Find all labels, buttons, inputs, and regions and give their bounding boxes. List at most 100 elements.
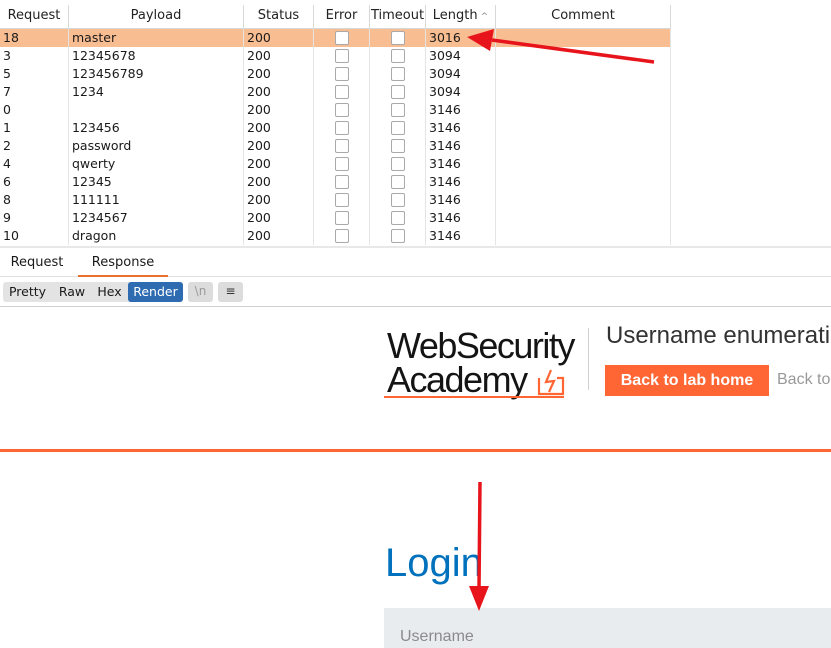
view-pretty-button[interactable]: Pretty xyxy=(5,282,50,302)
view-raw-button[interactable]: Raw xyxy=(53,282,91,302)
table-row[interactable]: 7 1234 200 3094 xyxy=(0,83,831,101)
cell-comment xyxy=(496,29,671,47)
column-header-length[interactable]: Length ^ xyxy=(426,5,496,29)
error-checkbox[interactable] xyxy=(334,121,349,135)
timeout-checkbox[interactable] xyxy=(390,121,405,135)
cell-comment xyxy=(496,65,671,83)
cell-payload: master xyxy=(69,29,244,47)
newline-toggle-icon[interactable]: \n xyxy=(188,282,213,302)
cell-request: 9 xyxy=(0,209,69,227)
cell-request: 1 xyxy=(0,119,69,137)
cell-length: 3094 xyxy=(426,83,496,101)
timeout-checkbox[interactable] xyxy=(390,175,405,189)
cell-comment xyxy=(496,47,671,65)
timeout-checkbox[interactable] xyxy=(390,49,405,63)
menu-icon[interactable]: ≡ xyxy=(218,282,243,302)
cell-status: 200 xyxy=(244,29,314,47)
timeout-checkbox[interactable] xyxy=(390,139,405,153)
error-checkbox[interactable] xyxy=(334,103,349,117)
web-security-academy-logo[interactable]: WebSecurity Academy xyxy=(384,328,587,400)
timeout-checkbox[interactable] xyxy=(390,193,405,207)
tab-request[interactable]: Request xyxy=(0,255,74,277)
cell-payload xyxy=(69,101,244,119)
cell-comment xyxy=(496,83,671,101)
error-checkbox[interactable] xyxy=(334,31,349,45)
table-row[interactable]: 6 12345 200 3146 xyxy=(0,173,831,191)
sort-ascending-icon: ^ xyxy=(480,12,489,22)
column-header-timeout[interactable]: Timeout xyxy=(370,5,426,29)
cell-timeout xyxy=(370,155,426,173)
cell-length: 3146 xyxy=(426,173,496,191)
cell-comment xyxy=(496,101,671,119)
cell-payload: 1234567 xyxy=(69,209,244,227)
column-header-payload[interactable]: Payload xyxy=(69,5,244,29)
back-to-lab-home-button[interactable]: Back to lab home xyxy=(605,365,769,396)
cell-timeout xyxy=(370,101,426,119)
cell-request: 5 xyxy=(0,65,69,83)
cell-request: 6 xyxy=(0,173,69,191)
timeout-checkbox[interactable] xyxy=(390,229,405,243)
tab-response[interactable]: Response xyxy=(78,255,168,277)
cell-request: 3 xyxy=(0,47,69,65)
cell-error xyxy=(314,29,370,47)
timeout-checkbox[interactable] xyxy=(390,157,405,171)
cell-length: 3094 xyxy=(426,65,496,83)
cell-payload: qwerty xyxy=(69,155,244,173)
cell-comment xyxy=(496,209,671,227)
cell-status: 200 xyxy=(244,173,314,191)
error-checkbox[interactable] xyxy=(334,211,349,225)
error-checkbox[interactable] xyxy=(334,49,349,63)
cell-length: 3146 xyxy=(426,155,496,173)
error-checkbox[interactable] xyxy=(334,175,349,189)
cell-payload: 12345678 xyxy=(69,47,244,65)
timeout-checkbox[interactable] xyxy=(390,211,405,225)
timeout-checkbox[interactable] xyxy=(390,31,405,45)
cell-error xyxy=(314,83,370,101)
cell-comment xyxy=(496,155,671,173)
table-row[interactable]: 10 dragon 200 3146 xyxy=(0,227,831,245)
timeout-checkbox[interactable] xyxy=(390,103,405,117)
table-row[interactable]: 9 1234567 200 3146 xyxy=(0,209,831,227)
error-checkbox[interactable] xyxy=(334,85,349,99)
cell-request: 18 xyxy=(0,29,69,47)
cell-error xyxy=(314,209,370,227)
table-row[interactable]: 18 master 200 3016 xyxy=(0,29,831,47)
cell-length: 3146 xyxy=(426,137,496,155)
column-header-request[interactable]: Request xyxy=(0,5,69,29)
error-checkbox[interactable] xyxy=(334,157,349,171)
timeout-checkbox[interactable] xyxy=(390,67,405,81)
rendered-response: WebSecurity Academy Username enumeratio … xyxy=(0,308,831,648)
error-checkbox[interactable] xyxy=(334,139,349,153)
table-row[interactable]: 1 123456 200 3146 xyxy=(0,119,831,137)
view-hex-button[interactable]: Hex xyxy=(93,282,126,302)
cell-error xyxy=(314,227,370,245)
results-table: Request Payload Status Error Timeout Len… xyxy=(0,0,831,248)
column-header-comment[interactable]: Comment xyxy=(496,5,671,29)
table-row[interactable]: 8 111111 200 3146 xyxy=(0,191,831,209)
cell-comment xyxy=(496,191,671,209)
cell-status: 200 xyxy=(244,137,314,155)
cell-comment xyxy=(496,227,671,245)
table-row[interactable]: 3 12345678 200 3094 xyxy=(0,47,831,65)
table-row[interactable]: 2 password 200 3146 xyxy=(0,137,831,155)
cell-comment xyxy=(496,119,671,137)
error-checkbox[interactable] xyxy=(334,67,349,81)
column-header-status[interactable]: Status xyxy=(244,5,314,29)
error-checkbox[interactable] xyxy=(334,229,349,243)
logo-underline xyxy=(384,396,564,398)
table-row[interactable]: 4 qwerty 200 3146 xyxy=(0,155,831,173)
table-row[interactable]: 0 200 3146 xyxy=(0,101,831,119)
error-checkbox[interactable] xyxy=(334,193,349,207)
cell-error xyxy=(314,65,370,83)
column-header-error[interactable]: Error xyxy=(314,5,370,29)
cell-length: 3146 xyxy=(426,101,496,119)
cell-payload: dragon xyxy=(69,227,244,245)
view-render-button[interactable]: Render xyxy=(128,282,183,302)
cell-status: 200 xyxy=(244,65,314,83)
cell-request: 4 xyxy=(0,155,69,173)
cell-payload: 123456789 xyxy=(69,65,244,83)
back-to-link[interactable]: Back to xyxy=(777,371,830,389)
academy-flask-icon xyxy=(537,369,565,396)
timeout-checkbox[interactable] xyxy=(390,85,405,99)
table-row[interactable]: 5 123456789 200 3094 xyxy=(0,65,831,83)
